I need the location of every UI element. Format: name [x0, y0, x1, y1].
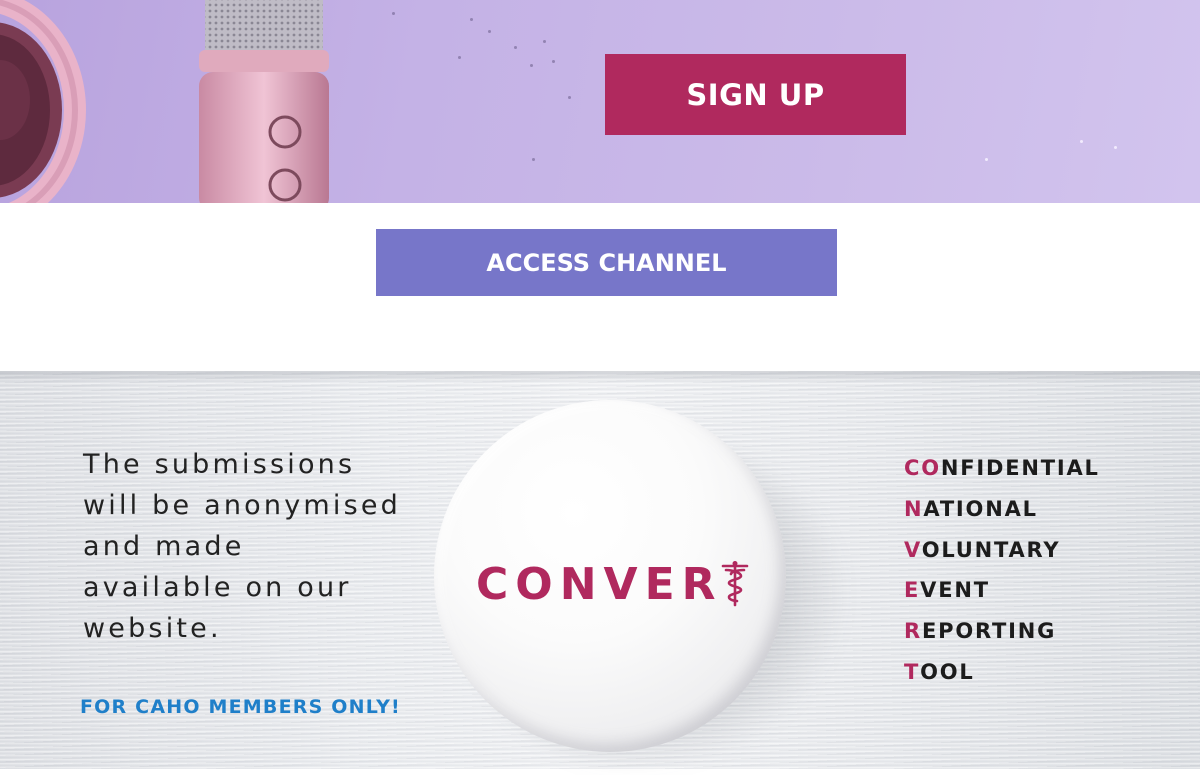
- speckle-decoration: [514, 46, 517, 49]
- speckle-decoration: [543, 40, 546, 43]
- acronym-item: NATIONAL: [904, 493, 1100, 534]
- speckle-decoration: [552, 60, 555, 63]
- acronym-letter: V: [904, 537, 922, 562]
- acronym-rest: NFIDENTIAL: [940, 456, 1100, 480]
- speckle-decoration: [488, 30, 491, 33]
- acronym-letter: N: [904, 496, 924, 521]
- blurb-line: and made: [83, 531, 245, 562]
- speckle-decoration: [530, 64, 533, 67]
- acronym-letter: CO: [904, 456, 941, 480]
- blurb-line: The submissions: [83, 449, 356, 480]
- acronym-item: TOOL: [904, 656, 1100, 697]
- blurb-line: website.: [83, 613, 222, 644]
- speckle-decoration: [532, 158, 535, 161]
- acronym-rest: VENT: [920, 578, 990, 603]
- members-only-note: FOR CAHO MEMBERS ONLY!: [80, 696, 401, 718]
- acronym-letter: R: [904, 619, 922, 644]
- submissions-blurb: The submissions will be anonymised and m…: [83, 444, 413, 649]
- headphones-image: [0, 0, 86, 203]
- speckle-decoration: [470, 18, 473, 21]
- access-channel-button[interactable]: ACCESS CHANNEL: [376, 229, 837, 296]
- acronym-rest: OLUNTARY: [921, 537, 1061, 562]
- acronym-rest: OOL: [920, 659, 975, 684]
- blurb-line: available on our: [83, 572, 352, 603]
- convert-logo-word: CONVER: [476, 558, 723, 610]
- caduceus-icon: [721, 561, 748, 607]
- acronym-item: EVENT: [904, 574, 1100, 615]
- speckle-decoration: [458, 56, 461, 59]
- convert-logo: CONVER: [476, 556, 749, 612]
- speckle-decoration: [985, 158, 988, 161]
- acronym-letter: E: [904, 578, 921, 603]
- section-top-shade: [0, 371, 1200, 383]
- acronym-rest: ATIONAL: [923, 496, 1038, 521]
- speckle-decoration: [392, 12, 395, 15]
- microphone-image: [199, 0, 329, 203]
- speckle-decoration: [568, 96, 571, 99]
- convert-acronym-list: CONFIDENTIAL NATIONAL VOLUNTARY EVENT RE…: [904, 452, 1100, 697]
- acronym-item: VOLUNTARY: [904, 534, 1100, 575]
- speckle-decoration: [1080, 140, 1083, 143]
- acronym-item: CONFIDENTIAL: [904, 452, 1100, 493]
- podcast-hero-banner: SIGN UP: [0, 0, 1200, 203]
- acronym-rest: EPORTING: [921, 619, 1057, 644]
- acronym-item: REPORTING: [904, 615, 1100, 656]
- sign-up-button[interactable]: SIGN UP: [605, 54, 906, 135]
- speckle-decoration: [1114, 146, 1117, 149]
- acronym-letter: T: [904, 659, 921, 684]
- blurb-line: will be anonymised: [83, 490, 401, 521]
